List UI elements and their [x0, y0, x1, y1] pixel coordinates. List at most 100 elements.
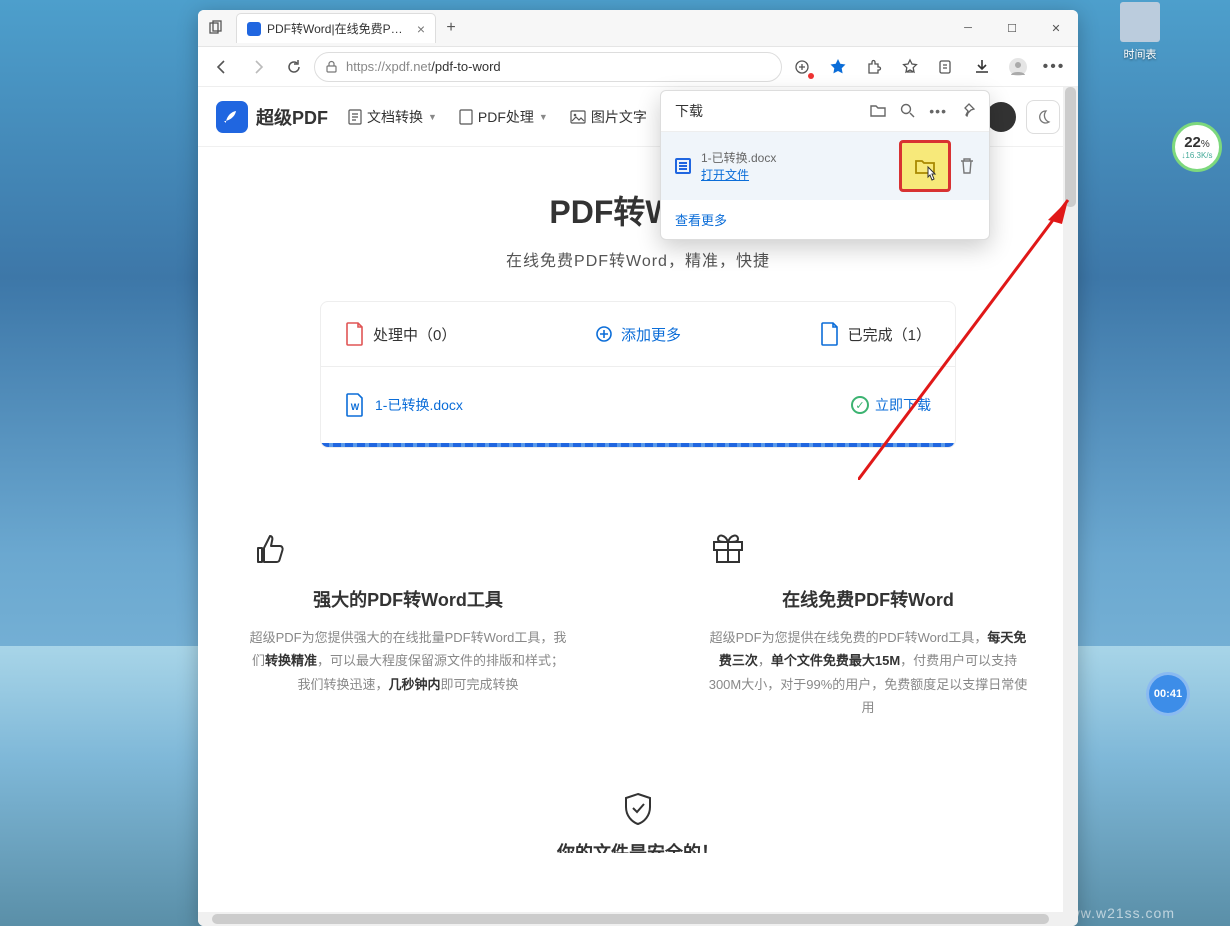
titlebar: PDF转Word|在线免费PDF转Wor... × + ─ ☐ ✕ [198, 10, 1078, 47]
desktop-icon-label: 时间表 [1105, 46, 1175, 62]
security-section: 你的文件是安全的！ [198, 760, 1078, 863]
star-outline-icon [901, 58, 919, 76]
back-icon [213, 58, 231, 76]
user-avatar[interactable] [986, 102, 1016, 132]
shield-icon [621, 790, 655, 828]
favorites-bar-button[interactable] [894, 51, 926, 83]
download-label: 立即下载 [875, 395, 931, 415]
moon-icon [1035, 109, 1051, 125]
extensions-button[interactable] [858, 51, 890, 83]
feature-free: 在线免费PDF转Word 超级PDF为您提供在线免费的PDF转Word工具，每天… [708, 528, 1028, 720]
nav-label: 图片文字 [591, 107, 647, 127]
scrollbar-thumb[interactable] [212, 914, 1049, 924]
rocket-icon [216, 101, 248, 133]
timer-widget[interactable]: 00:41 [1146, 672, 1190, 716]
processing-label: 处理中（0） [373, 324, 456, 345]
cpu-percent: 22 [1184, 134, 1201, 151]
tab-actions-button[interactable] [198, 10, 236, 46]
cpu-widget[interactable]: 22% ↓16.3K/s [1172, 122, 1222, 172]
url-input[interactable]: https://xpdf.net/pdf-to-word [314, 52, 782, 82]
check-circle-icon: ✓ [851, 396, 869, 414]
open-folder-icon[interactable] [870, 103, 886, 119]
nav-pdf-process[interactable]: PDF处理 ▼ [459, 107, 548, 127]
add-more-label: 添加更多 [621, 324, 681, 345]
profile-button[interactable] [1002, 51, 1034, 83]
maximize-button[interactable]: ☐ [990, 10, 1034, 46]
url-host: https://xpdf.net [346, 59, 431, 74]
gift-icon [708, 528, 1028, 568]
doc-file-icon [820, 322, 840, 346]
chevron-down-icon: ▼ [428, 112, 437, 122]
pdf-file-icon [345, 322, 365, 346]
horizontal-scrollbar[interactable] [198, 912, 1063, 926]
tabs-icon [209, 20, 225, 36]
delete-download-button[interactable] [959, 157, 975, 175]
desktop-shortcut[interactable]: 时间表 [1105, 2, 1175, 62]
thumbs-up-icon [248, 528, 568, 568]
site-logo[interactable]: 超级PDF [216, 101, 328, 133]
download-now-button[interactable]: ✓ 立即下载 [851, 395, 931, 415]
more-icon[interactable]: ••• [929, 103, 947, 119]
theme-toggle[interactable] [1026, 100, 1060, 134]
url-path: /pdf-to-word [431, 59, 500, 74]
nav-label: 文档转换 [367, 107, 423, 127]
nav-image-text[interactable]: 图片文字 [570, 107, 647, 127]
feature-body: 超级PDF为您提供强大的在线批量PDF转Word工具，我们转换精准，可以最大程度… [248, 626, 568, 696]
minimize-button[interactable]: ─ [946, 10, 990, 46]
converted-file: W 1-已转换.docx [345, 393, 463, 417]
puzzle-icon [865, 58, 883, 76]
pdf-icon [459, 109, 473, 125]
collections-button[interactable] [930, 51, 962, 83]
download-filename: 1-已转换.docx [701, 149, 889, 166]
forward-button[interactable] [242, 51, 274, 83]
browser-window: PDF转Word|在线免费PDF转Wor... × + ─ ☐ ✕ https:… [198, 10, 1078, 926]
new-tab-button[interactable]: + [436, 13, 466, 43]
docx-icon [675, 158, 691, 174]
feature-title: 在线免费PDF转Word [708, 586, 1028, 612]
image-icon [570, 110, 586, 124]
close-button[interactable]: ✕ [1034, 10, 1078, 46]
open-file-link[interactable]: 打开文件 [701, 166, 889, 183]
completed-status: 已完成（1） [820, 322, 931, 346]
vertical-scrollbar[interactable] [1063, 87, 1078, 926]
address-bar: https://xpdf.net/pdf-to-word ••• [198, 47, 1078, 87]
search-icon[interactable] [900, 103, 915, 119]
show-in-folder-button[interactable] [899, 140, 951, 192]
feature-powerful: 强大的PDF转Word工具 超级PDF为您提供强大的在线批量PDF转Word工具… [248, 528, 568, 720]
lock-icon [325, 60, 338, 73]
processing-status: 处理中（0） [345, 322, 456, 346]
conversion-card: 处理中（0） 添加更多 已完成（1） W 1-已转换.docx ✓ [320, 301, 956, 448]
more-button[interactable]: ••• [1038, 51, 1070, 83]
cpu-unit: % [1201, 139, 1210, 150]
downloads-panel: 下载 ••• 1-已转换.docx 打开文件 [660, 90, 990, 240]
forward-icon [249, 58, 267, 76]
download-icon [973, 58, 991, 76]
add-more-button[interactable]: 添加更多 [595, 324, 681, 345]
tab-close-button[interactable]: × [417, 21, 425, 37]
favorite-button[interactable] [822, 51, 854, 83]
collections-icon [937, 58, 955, 76]
downloads-button[interactable] [966, 51, 998, 83]
nav-menu: 文档转换 ▼ PDF处理 ▼ 图片文字 [348, 107, 647, 127]
back-button[interactable] [206, 51, 238, 83]
downloads-title: 下载 [675, 101, 703, 121]
ellipsis-icon: ••• [1043, 58, 1066, 76]
download-item[interactable]: 1-已转换.docx 打开文件 [661, 132, 989, 200]
page-subtitle: 在线免费PDF转Word，精准，快捷 [198, 247, 1078, 271]
star-icon [829, 58, 847, 76]
section-3-title: 你的文件是安全的！ [198, 839, 1078, 853]
tab-title: PDF转Word|在线免费PDF转Wor... [267, 20, 411, 37]
word-file-icon: W [345, 393, 365, 417]
file-name: 1-已转换.docx [375, 395, 463, 415]
refresh-button[interactable] [278, 51, 310, 83]
scrollbar-thumb[interactable] [1065, 87, 1076, 207]
nav-doc-convert[interactable]: 文档转换 ▼ [348, 107, 437, 127]
pin-icon[interactable] [961, 103, 975, 119]
browser-tab[interactable]: PDF转Word|在线免费PDF转Wor... × [236, 13, 436, 43]
see-more-link[interactable]: 查看更多 [661, 200, 989, 239]
nav-label: PDF处理 [478, 107, 534, 127]
cpu-speed: ↓16.3K/s [1181, 151, 1212, 160]
progress-bar [321, 443, 955, 447]
shopping-icon[interactable] [786, 51, 818, 83]
favicon-icon [247, 22, 261, 36]
